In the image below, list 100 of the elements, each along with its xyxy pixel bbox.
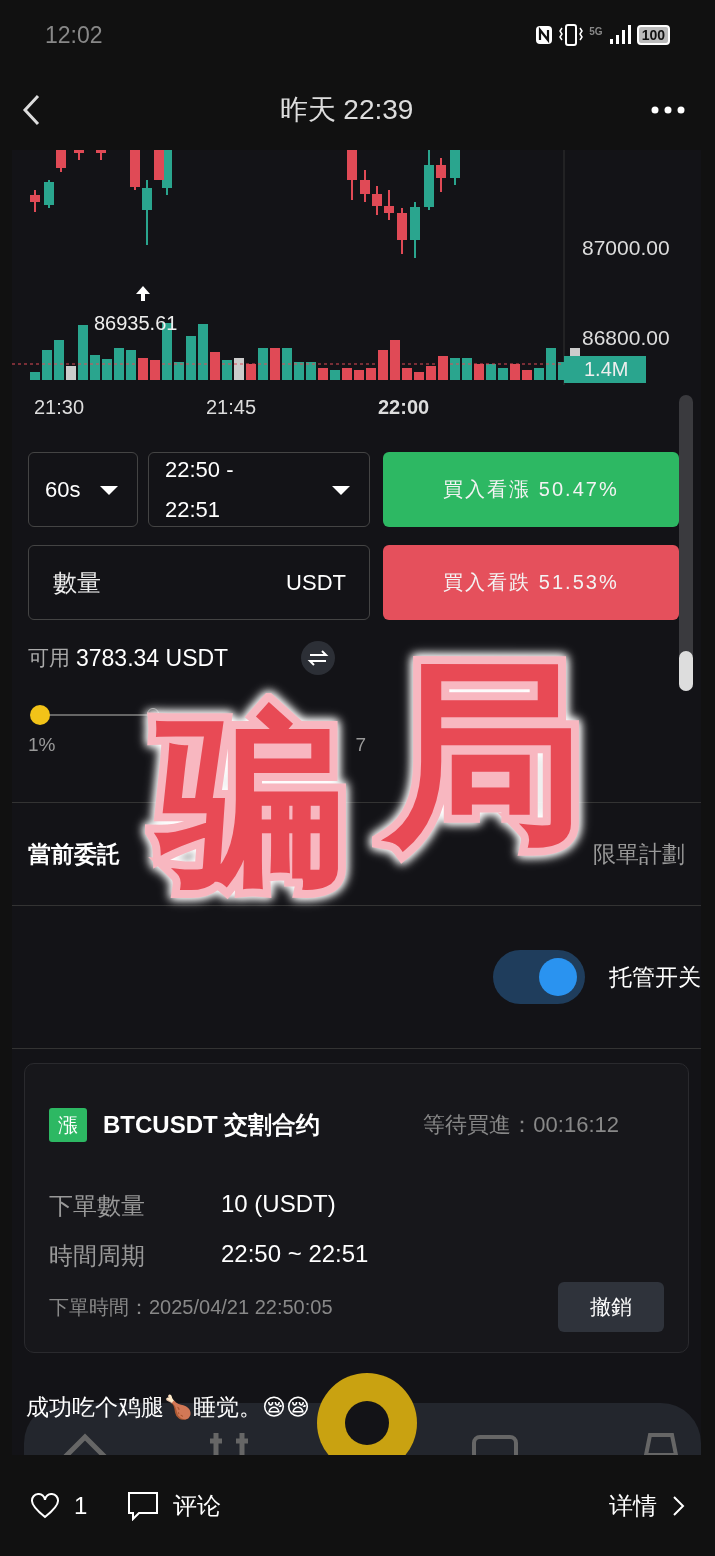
candlestick	[450, 150, 460, 186]
available-label: 可用	[28, 645, 70, 671]
volume-bar	[90, 355, 100, 380]
volume-bar	[150, 360, 160, 380]
slider-thumb[interactable]	[30, 705, 50, 725]
slider-label: 7	[355, 734, 367, 756]
network-label: 5G	[589, 26, 603, 37]
volume-bar	[354, 370, 364, 380]
volume-bar	[486, 364, 496, 380]
candlestick	[384, 189, 394, 221]
side-badge: 漲	[49, 1108, 87, 1142]
volume-bar	[114, 348, 124, 380]
volume-bar	[426, 366, 436, 380]
volume-bar	[258, 348, 268, 380]
comment-icon	[127, 1490, 160, 1521]
volume-bar	[366, 368, 376, 380]
order-time: 下單時間：2025/04/21 22:50:05	[49, 1294, 333, 1320]
nfc-icon	[535, 25, 554, 45]
volume-bar	[198, 324, 208, 380]
volume-bar	[414, 372, 424, 380]
price-label: 87000.00	[582, 236, 670, 260]
candlestick	[397, 207, 407, 255]
toggle-label: 托管开关	[609, 962, 701, 992]
volume-bar	[138, 358, 148, 380]
field-value: 10 (USDT)	[221, 1190, 336, 1219]
candlestick	[130, 150, 140, 191]
candlestick	[56, 150, 66, 173]
post-caption: 成功吃个鸡腿🍗睡觉。😪😪	[26, 1393, 310, 1422]
more-icon[interactable]	[651, 106, 685, 114]
volume-bar	[54, 340, 64, 380]
volume-bar	[186, 336, 196, 380]
caret-icon	[99, 484, 119, 495]
candlestick	[410, 201, 420, 259]
volume-bar	[66, 366, 76, 380]
volume-bar	[42, 350, 52, 380]
chevron-icon	[671, 1494, 685, 1517]
swap-icon[interactable]	[301, 641, 336, 675]
scrollbar[interactable]	[679, 395, 693, 691]
candlestick	[347, 150, 357, 201]
candlestick	[360, 169, 370, 203]
volume-bar	[462, 358, 472, 380]
cancel-button[interactable]: 撤銷	[558, 1282, 664, 1332]
available-balance: 3783.34 USDT	[76, 644, 229, 672]
volume-bar	[174, 362, 184, 380]
volume-bar	[330, 370, 340, 380]
candlestick	[44, 179, 54, 209]
order-tab[interactable]: 當前委託	[28, 838, 120, 870]
time-axis-label: 21:30	[34, 396, 86, 419]
like-button[interactable]: 1	[30, 1491, 88, 1520]
volume-bar	[246, 364, 256, 380]
volume-bar	[378, 350, 388, 380]
volume-bar	[102, 359, 112, 380]
volume-bar	[294, 362, 304, 380]
comment-button[interactable]: 评论	[127, 1489, 222, 1522]
candlestick	[96, 150, 106, 161]
field-label: 時間周期	[49, 1241, 146, 1271]
volume-bar	[534, 368, 544, 380]
candlestick	[74, 150, 84, 161]
time-axis-label: 22:00	[378, 396, 431, 419]
signal-icon	[608, 25, 631, 45]
order-status: 等待買進：00:16:12	[422, 1111, 620, 1139]
volume-bar	[126, 350, 136, 380]
period-select[interactable]: 22:50 - 22:51	[148, 452, 370, 527]
field-label: 下單數量	[49, 1191, 146, 1221]
candlestick	[424, 150, 434, 211]
interval-select[interactable]: 60s	[28, 452, 138, 527]
volume-bar	[390, 340, 400, 380]
caret-icon	[331, 484, 351, 495]
volume-bar	[234, 358, 244, 380]
volume-bar	[342, 368, 352, 380]
volume-badge: 1.4M	[564, 356, 647, 383]
volume-bar	[306, 362, 316, 380]
volume-bar	[222, 360, 232, 380]
clock-time: 12:02	[45, 21, 103, 49]
low-price-label: 86935.61	[94, 312, 178, 335]
volume-bar	[498, 368, 508, 380]
volume-bar	[474, 364, 484, 380]
unit-label: USDT	[286, 570, 346, 596]
volume-bar	[282, 348, 292, 380]
arrow-icon	[136, 286, 150, 301]
volume-bar	[270, 348, 280, 380]
battery-level: 100	[636, 25, 670, 45]
contract-symbol: BTCUSDT 交割合约	[103, 1110, 322, 1140]
auto-toggle[interactable]	[493, 950, 585, 1004]
candlestick	[436, 157, 446, 193]
back-icon[interactable]	[22, 94, 42, 126]
volume-bar	[210, 352, 220, 380]
field-value: 22:50 ~ 22:51	[221, 1240, 369, 1269]
slider-label: 1%	[28, 734, 56, 756]
volume-bar	[450, 358, 460, 380]
volume-bar	[78, 325, 88, 380]
candlestick	[142, 179, 152, 246]
volume-bar	[522, 370, 532, 380]
time-axis-label: 21:45	[206, 396, 258, 419]
volume-bar	[402, 368, 412, 380]
candlestick	[30, 189, 40, 213]
heart-icon	[30, 1492, 60, 1519]
details-link[interactable]: 详情	[609, 1489, 685, 1522]
volume-bar	[30, 372, 40, 380]
page-title: 昨天 22:39	[279, 93, 414, 127]
